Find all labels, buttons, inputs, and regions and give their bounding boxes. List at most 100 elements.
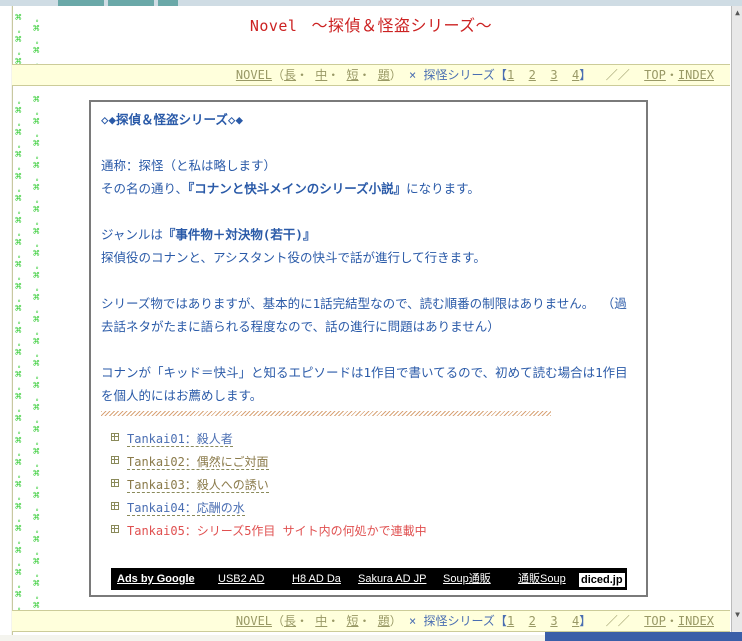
story-link[interactable]: Tankai04：応酬の水 — [127, 501, 245, 516]
title-novel: Novel — [249, 17, 298, 35]
ad-link[interactable]: USB2 AD — [218, 568, 264, 590]
decorative-glyph: ⌘ — [15, 324, 22, 337]
ad-link[interactable]: Sakura AD JP — [358, 568, 426, 590]
decorative-glyph: ⌘ — [15, 214, 22, 227]
list-item: Tankai04：応酬の水 — [111, 497, 611, 520]
decorative-glyph: ⌘ — [15, 302, 22, 315]
ads-by-google-link[interactable]: Ads by Google — [117, 568, 195, 590]
content-line: コナンが「キッド＝快斗」と知るエピソードは1作目で書いてるので、初めて読む場合は… — [101, 365, 628, 403]
nav-page-2[interactable]: 2 — [529, 68, 536, 82]
nav-novel-link[interactable]: NOVEL — [236, 614, 272, 628]
decorative-glyph: ⌘ — [33, 291, 40, 304]
ad-link[interactable]: H8 AD Da — [292, 568, 341, 590]
scrollbar[interactable]: ▲ ▼ — [731, 6, 742, 635]
ad-link[interactable]: 通販Soup — [518, 568, 566, 590]
decorative-glyph: ⌘ — [15, 500, 22, 513]
nav-paren: ） — [389, 614, 402, 628]
nav-bracket: 【 — [494, 614, 507, 628]
decorative-glyph: ⌘ — [33, 137, 40, 150]
nav-long-link[interactable]: 長 — [284, 68, 296, 82]
nav-top-link[interactable]: TOP — [644, 614, 666, 628]
plus-box-icon — [111, 502, 119, 510]
decorative-glyph: ⌘ — [33, 269, 40, 282]
decorative-glyph: ⌘ — [33, 577, 40, 590]
content-line: シリーズ物ではありますが、基本的に1話完結型なので、読む順番の制限はありません。… — [101, 296, 627, 334]
decorative-glyph: ⌘ — [33, 467, 40, 480]
nav-page-3[interactable]: 3 — [550, 614, 557, 628]
decorative-glyph: ⌘ — [33, 93, 40, 106]
decorative-glyph: ⌘ — [33, 335, 40, 348]
decorative-glyph: ⌘ — [15, 566, 22, 579]
decorative-glyph: ⌘ — [15, 478, 22, 491]
nav-bracket: 】 — [579, 614, 592, 628]
nav-short-link[interactable]: 短 — [347, 68, 359, 82]
nav-mid-link[interactable]: 中 — [315, 68, 327, 82]
decorative-glyph: ⌘ — [15, 126, 22, 139]
plus-box-icon — [111, 479, 119, 487]
page-title: Novel ～探偵＆怪盗シリーズ～ — [12, 12, 730, 36]
list-item: Tankai05：シリーズ5作目 サイト内の何処かで連載中 — [111, 520, 611, 543]
taskbar-fragment — [545, 632, 742, 641]
decorative-glyph: ⌘ — [33, 511, 40, 524]
diced-logo[interactable]: diced.jp — [579, 573, 625, 587]
list-item: Tankai03：殺人への誘い — [111, 474, 611, 497]
story-link[interactable]: Tankai02：偶然にご対面 — [127, 455, 269, 470]
content-text: その名の通り、 — [101, 181, 189, 196]
nav-index-link[interactable]: INDEX — [678, 614, 714, 628]
decorative-glyph: ⌘ — [33, 379, 40, 392]
decorative-glyph: ⌘ — [15, 522, 22, 535]
nav-bar-top: NOVEL（長・ 中・ 短・ 題） × 探怪シリーズ【1 2 3 4】 ／／ T… — [12, 64, 730, 86]
decorative-glyph: ⌘ — [15, 588, 22, 601]
content-text: になります。 — [406, 181, 480, 196]
ad-bar: Ads by Google USB2 AD H8 AD Da Sakura AD… — [111, 568, 627, 590]
decorative-glyph: ⌘ — [33, 247, 40, 260]
nav-top-link[interactable]: TOP — [644, 68, 666, 82]
content-line: 探偵役のコナンと、アシスタント役の快斗で話が進行して行きます。 — [101, 250, 486, 265]
plus-box-icon — [111, 456, 119, 464]
decorative-glyph: ⌘ — [15, 104, 22, 117]
decorative-glyph: ⌘ — [33, 44, 40, 57]
list-item: Tankai01：殺人者 — [111, 428, 611, 451]
nav-page-1[interactable]: 1 — [507, 68, 514, 82]
nav-mid-link[interactable]: 中 — [315, 614, 327, 628]
nav-topic-link[interactable]: 題 — [378, 614, 390, 628]
story-link[interactable]: Tankai03：殺人への誘い — [127, 478, 269, 493]
decorative-glyph: ⌘ — [15, 192, 22, 205]
nav-long-link[interactable]: 長 — [284, 614, 296, 628]
divider — [101, 411, 551, 416]
nav-separator: × — [409, 614, 417, 628]
decorative-glyph: ⌘ — [33, 225, 40, 238]
scroll-down-icon[interactable]: ▼ — [733, 610, 742, 619]
content-heading: ◇◆探偵＆怪盗シリーズ◇◆ — [101, 112, 243, 127]
nav-page-1[interactable]: 1 — [507, 614, 514, 628]
nav-page-3[interactable]: 3 — [550, 68, 557, 82]
content-text: ジャンルは — [101, 227, 163, 242]
nav-slashes: ／／ — [605, 68, 630, 82]
scroll-up-icon[interactable]: ▲ — [733, 8, 742, 17]
decorative-glyph: ⌘ — [33, 445, 40, 458]
plus-box-icon — [111, 525, 119, 533]
nav-short-link[interactable]: 短 — [347, 614, 359, 628]
nav-paren: （ — [272, 68, 285, 82]
decorative-glyph: ⌘ — [33, 533, 40, 546]
ad-link[interactable]: Soup通販 — [443, 568, 491, 590]
content-panel: ◇◆探偵＆怪盗シリーズ◇◆ 通称：探怪（と私は略します） その名の通り、『コナン… — [89, 100, 648, 597]
decorative-glyph: ⌘ — [15, 258, 22, 271]
nav-novel-link[interactable]: NOVEL — [236, 68, 272, 82]
story-link[interactable]: Tankai01：殺人者 — [127, 432, 233, 447]
decorative-glyph: ⌘ — [33, 423, 40, 436]
nav-separator: × — [409, 68, 417, 82]
decorative-glyph: ⌘ — [33, 313, 40, 326]
decorative-glyph: ⌘ — [15, 434, 22, 447]
nav-bracket: 】 — [579, 68, 592, 82]
nav-index-link[interactable]: INDEX — [678, 68, 714, 82]
content-emphasis: 『コナンと快斗メインのシリーズ小説』 — [188, 181, 407, 196]
decorative-glyph: ⌘ — [33, 159, 40, 172]
story-list: Tankai01：殺人者 Tankai02：偶然にご対面 Tankai03：殺人… — [111, 428, 611, 543]
left-gutter — [0, 6, 11, 635]
nav-topic-link[interactable]: 題 — [378, 68, 390, 82]
nav-page-2[interactable]: 2 — [529, 614, 536, 628]
decorative-glyph: ⌘ — [15, 236, 22, 249]
decorative-glyph: ⌘ — [33, 489, 40, 502]
title-series: ～探偵＆怪盗シリーズ～ — [311, 18, 493, 35]
